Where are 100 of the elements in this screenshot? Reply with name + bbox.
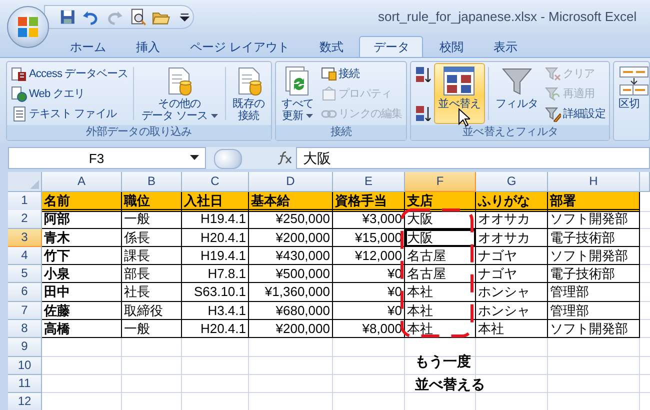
- ribbon-button[interactable]: その他の データ ソース: [137, 63, 222, 124]
- row-header[interactable]: 5: [8, 265, 42, 284]
- row-header[interactable]: 3: [8, 228, 42, 247]
- table-cell: H19.4.1: [182, 246, 249, 266]
- table-cell: ホンシャ: [476, 302, 548, 320]
- sort-descending-button[interactable]: [413, 103, 434, 123]
- table-cell: ソフト開発部: [548, 246, 640, 266]
- row-header[interactable]: 10: [8, 356, 42, 375]
- select-all-icon: [30, 180, 39, 189]
- table-cell: ¥1,360,000: [249, 283, 333, 302]
- table-cell: 本社: [405, 302, 476, 320]
- table-cell: オオサカ: [476, 228, 548, 247]
- resize-handle[interactable]: [214, 149, 242, 169]
- table-cell: 部長: [122, 265, 182, 284]
- text-file-icon: [11, 106, 27, 122]
- ribbon-button[interactable]: 並べ替え: [434, 63, 485, 124]
- ribbon-button[interactable]: 区切: [616, 63, 649, 139]
- table-cell: 支店: [405, 192, 476, 212]
- database-icon: [11, 66, 27, 82]
- split-columns-icon: [618, 65, 649, 97]
- office-logo-icon: [16, 15, 40, 39]
- table-cell: 電子技術部: [548, 265, 640, 284]
- table-cell: 名古屋: [405, 246, 476, 266]
- column-header[interactable]: A: [42, 172, 122, 192]
- column-header[interactable]: G: [476, 172, 548, 192]
- globe-icon: [11, 86, 27, 102]
- ribbon-button[interactable]: すべて 更新: [278, 63, 318, 124]
- ribbon-tab[interactable]: 校閲: [425, 36, 478, 57]
- print-preview-icon[interactable]: [128, 8, 146, 26]
- table-cell: 管理部: [548, 302, 640, 320]
- undo-icon[interactable]: [82, 8, 100, 26]
- sort-ascending-button[interactable]: [413, 64, 434, 84]
- ribbon-button[interactable]: 詳細設定: [543, 104, 608, 123]
- column-header[interactable]: F: [405, 172, 476, 192]
- row-header[interactable]: 9: [8, 338, 42, 357]
- table-cell: 取締役: [122, 302, 182, 320]
- table-cell: H20.4.1: [182, 228, 249, 247]
- column-header[interactable]: B: [122, 172, 182, 192]
- table-cell: ¥430,000: [249, 246, 333, 266]
- table-cell: 一般: [122, 210, 182, 229]
- table-cell: 青木: [42, 228, 122, 247]
- window-title: sort_rule_for_japanese.xlsx - Microsoft Excel: [378, 9, 637, 24]
- column-header[interactable]: C: [182, 172, 249, 192]
- ribbon-tab[interactable]: 数式: [305, 36, 358, 57]
- advanced-filter-icon: [545, 106, 561, 122]
- ribbon-tab[interactable]: 表示: [479, 36, 532, 57]
- table-cell: 佐藤: [42, 302, 122, 320]
- table-cell: ナゴヤ: [476, 246, 548, 266]
- column-header[interactable]: H: [548, 172, 640, 192]
- row-header[interactable]: 6: [8, 283, 42, 302]
- ribbon-button[interactable]: Access データベース: [9, 64, 130, 83]
- ribbon-button[interactable]: フィルタ: [492, 63, 542, 124]
- table-cell: 阿部: [42, 210, 122, 229]
- save-icon[interactable]: [59, 8, 76, 26]
- ribbon-tab[interactable]: ページ レイアウト: [176, 36, 304, 57]
- table-cell: S63.10.1: [182, 283, 249, 302]
- column-header[interactable]: E: [333, 172, 405, 192]
- row-header[interactable]: 1: [8, 192, 42, 212]
- row-header[interactable]: 2: [8, 210, 42, 229]
- table-cell: ふりがな: [476, 192, 548, 212]
- table-cell: 電子技術部: [548, 228, 640, 247]
- table-cell: ナゴヤ: [476, 265, 548, 284]
- table-cell: 田中: [42, 283, 122, 302]
- table-cell: ¥3,000: [333, 210, 405, 229]
- table-cell: 部署: [548, 192, 640, 212]
- table-cell: ソフト開発部: [548, 210, 640, 229]
- table-cell: 管理部: [548, 283, 640, 302]
- name-box[interactable]: F3: [8, 147, 206, 169]
- column-header[interactable]: D: [249, 172, 333, 192]
- formula-field[interactable]: 大阪: [296, 147, 650, 169]
- ribbon-button[interactable]: 接続: [318, 64, 404, 83]
- ribbon-button[interactable]: 既存の 接続: [228, 63, 269, 124]
- row-header[interactable]: 11: [8, 374, 42, 394]
- group-label: 接続: [276, 125, 406, 140]
- table-cell: H7.8.1: [182, 265, 249, 284]
- row-header[interactable]: 4: [8, 246, 42, 266]
- ribbon-tab[interactable]: ホーム: [56, 36, 120, 57]
- table-cell: ¥15,000: [333, 228, 405, 247]
- annotation-text: もう一度 並べ替える: [415, 352, 485, 394]
- table-cell: ¥680,000: [249, 302, 333, 320]
- connections-icon: [320, 66, 337, 82]
- table-cell: 基本給: [249, 192, 333, 212]
- table-cell: ¥250,000: [249, 210, 333, 229]
- table-cell: 竹下: [42, 246, 122, 266]
- table-cell: 名前: [42, 192, 122, 212]
- group-label: 外部データの取り込み: [7, 125, 271, 140]
- table-cell: ホンシャ: [476, 283, 548, 302]
- table-cell: H19.4.1: [182, 210, 249, 229]
- properties-icon: [320, 86, 337, 102]
- row-header[interactable]: 8: [8, 320, 42, 338]
- ribbon-tab[interactable]: データ: [359, 36, 424, 57]
- table-cell: 小泉: [42, 265, 122, 284]
- ribbon-button[interactable]: テキスト ファイル: [9, 104, 130, 123]
- row-header[interactable]: 12: [8, 393, 42, 410]
- table-cell: 本社: [405, 283, 476, 302]
- ribbon-tab[interactable]: 挿入: [122, 36, 174, 57]
- table-cell: 大阪: [405, 210, 476, 229]
- row-header[interactable]: 7: [8, 302, 42, 320]
- ribbon-button[interactable]: Web クエリ: [9, 84, 130, 103]
- group-label: 並べ替えとフィルタ: [411, 125, 610, 140]
